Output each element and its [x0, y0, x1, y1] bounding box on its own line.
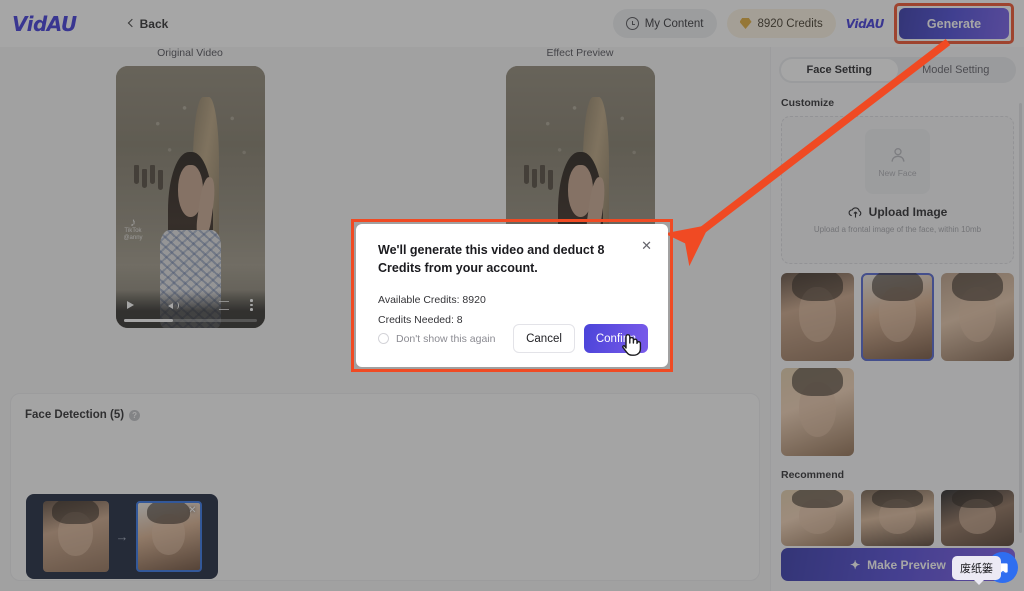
app-root: VidAU Back My Content 8920 Credits VidAU…: [0, 0, 1024, 591]
widget-tooltip: 废纸篓: [952, 555, 1001, 585]
confirm-generate-dialog: We'll generate this video and deduct 8 C…: [356, 224, 668, 367]
dialog-buttons: Cancel Confirm: [513, 324, 648, 353]
floating-widget[interactable]: 废纸篓: [952, 552, 1018, 585]
dont-show-again-checkbox[interactable]: Don't show this again: [378, 333, 495, 345]
checkbox-icon: [378, 333, 389, 344]
confirm-button[interactable]: Confirm: [584, 324, 648, 353]
dialog-footer: Don't show this again Cancel Confirm: [378, 324, 648, 353]
dont-show-again-label: Don't show this again: [396, 332, 496, 345]
available-credits-text: Available Credits: 8920: [378, 294, 486, 307]
dialog-title: We'll generate this video and deduct 8 C…: [378, 243, 605, 276]
cancel-button[interactable]: Cancel: [513, 324, 575, 353]
close-icon[interactable]: ✕: [641, 238, 652, 254]
